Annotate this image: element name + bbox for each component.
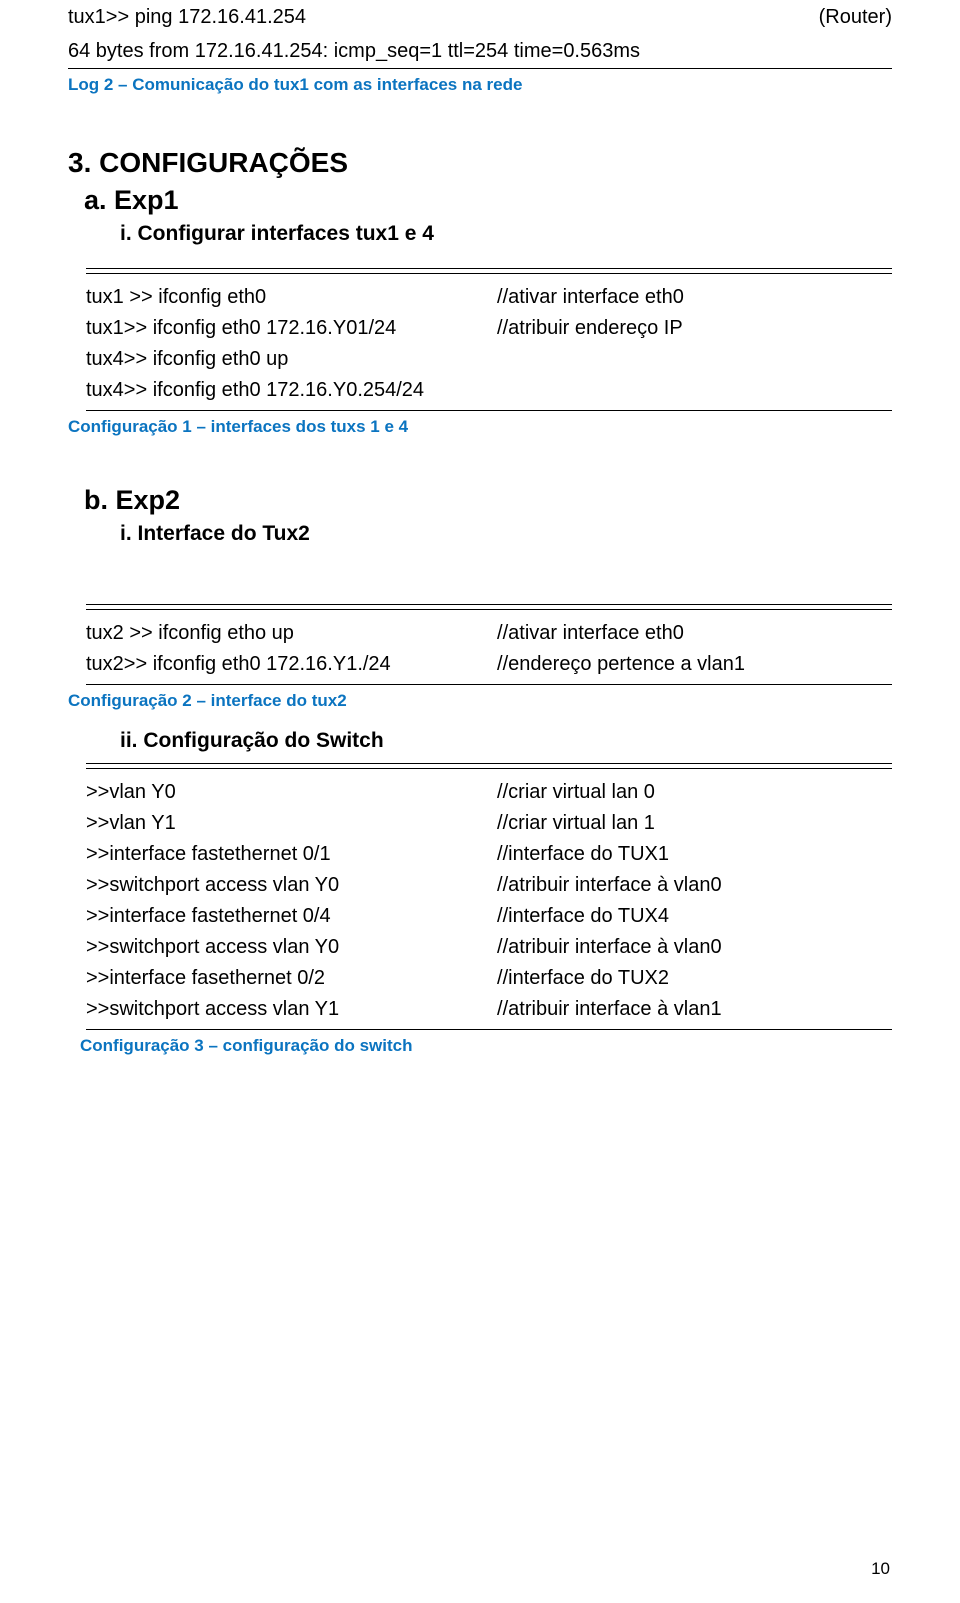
note-cell: //criar virtual lan 0 — [497, 777, 892, 808]
cmd-cell: >>switchport access vlan Y1 — [86, 994, 497, 1025]
log2-output: 64 bytes from 172.16.41.254: icmp_seq=1 … — [68, 40, 640, 62]
log2-caption: Log 2 – Comunicação do tux1 com as inter… — [68, 75, 892, 95]
note-cell: //criar virtual lan 1 — [497, 808, 892, 839]
note-cell: //atribuir endereço IP — [497, 313, 892, 344]
page-number: 10 — [871, 1559, 890, 1579]
rule — [86, 273, 892, 274]
cmd-cell: tux2 >> ifconfig etho up — [86, 618, 497, 649]
page: tux1>> ping 172.16.41.254 (Router) 64 by… — [0, 0, 960, 1603]
config1-table: tux1 >> ifconfig eth0 //ativar interface… — [86, 268, 892, 437]
table-row: tux4>> ifconfig eth0 172.16.Y0.254/24 — [86, 375, 892, 406]
table-row: >>switchport access vlan Y1 //atribuir i… — [86, 994, 892, 1025]
table-row: >>interface fastethernet 0/4 //interface… — [86, 901, 892, 932]
table-row: tux2 >> ifconfig etho up //ativar interf… — [86, 618, 892, 649]
note-cell: //atribuir interface à vlan0 — [497, 870, 892, 901]
config1-caption: Configuração 1 – interfaces dos tuxs 1 e… — [68, 417, 892, 437]
cmd-cell: >>interface fastethernet 0/4 — [86, 901, 497, 932]
table-row: tux2>> ifconfig eth0 172.16.Y1./24 //end… — [86, 649, 892, 680]
table-row: tux1 >> ifconfig eth0 //ativar interface… — [86, 282, 892, 313]
table-row: >>vlan Y1 //criar virtual lan 1 — [86, 808, 892, 839]
rule — [86, 609, 892, 610]
note-cell: //interface do TUX1 — [497, 839, 892, 870]
cmd-cell: >>vlan Y1 — [86, 808, 497, 839]
cmd-cell: >>switchport access vlan Y0 — [86, 870, 497, 901]
rule — [86, 684, 892, 685]
cmd-cell: tux1>> ifconfig eth0 172.16.Y01/24 — [86, 313, 497, 344]
section-3a-i: i. Configurar interfaces tux1 e 4 — [120, 222, 892, 246]
rule — [86, 604, 892, 605]
note-cell — [497, 375, 892, 406]
table-row: >>switchport access vlan Y0 //atribuir i… — [86, 932, 892, 963]
rule — [68, 68, 892, 69]
note-cell: //ativar interface eth0 — [497, 282, 892, 313]
table-row: >>vlan Y0 //criar virtual lan 0 — [86, 777, 892, 808]
cmd-cell: >>interface fastethernet 0/1 — [86, 839, 497, 870]
note-cell: //atribuir interface à vlan0 — [497, 932, 892, 963]
rule — [86, 410, 892, 411]
section-3-heading: 3. CONFIGURAÇÕES — [68, 147, 892, 179]
note-cell: //ativar interface eth0 — [497, 618, 892, 649]
rule — [86, 763, 892, 764]
rule — [86, 1029, 892, 1030]
log2-router-label: (Router) — [819, 0, 892, 34]
table-row: >>switchport access vlan Y0 //atribuir i… — [86, 870, 892, 901]
note-cell: //endereço pertence a vlan1 — [497, 649, 892, 680]
note-cell — [497, 344, 892, 375]
table-row: >>interface fasethernet 0/2 //interface … — [86, 963, 892, 994]
table-row: tux1>> ifconfig eth0 172.16.Y01/24 //atr… — [86, 313, 892, 344]
cmd-cell: >>switchport access vlan Y0 — [86, 932, 497, 963]
note-cell: //interface do TUX4 — [497, 901, 892, 932]
cmd-cell: tux4>> ifconfig eth0 up — [86, 344, 497, 375]
section-3a-heading: a. Exp1 — [84, 185, 892, 216]
cmd-cell: tux4>> ifconfig eth0 172.16.Y0.254/24 — [86, 375, 497, 406]
log2-block: tux1>> ping 172.16.41.254 (Router) 64 by… — [68, 0, 892, 95]
config3-table: >>vlan Y0 //criar virtual lan 0 >>vlan Y… — [86, 763, 892, 1056]
config2-caption: Configuração 2 – interface do tux2 — [68, 691, 892, 711]
section-3b-heading: b. Exp2 — [84, 485, 892, 516]
config2-table: tux2 >> ifconfig etho up //ativar interf… — [86, 604, 892, 711]
table-row: tux4>> ifconfig eth0 up — [86, 344, 892, 375]
cmd-cell: >>vlan Y0 — [86, 777, 497, 808]
cmd-cell: tux1 >> ifconfig eth0 — [86, 282, 497, 313]
note-cell: //atribuir interface à vlan1 — [497, 994, 892, 1025]
section-3b-ii: ii. Configuração do Switch — [120, 729, 892, 753]
log2-cmd: tux1>> ping 172.16.41.254 — [68, 0, 306, 34]
note-cell: //interface do TUX2 — [497, 963, 892, 994]
section-3b-i: i. Interface do Tux2 — [120, 522, 892, 546]
rule — [86, 268, 892, 269]
config3-caption: Configuração 3 – configuração do switch — [80, 1036, 892, 1056]
table-row: >>interface fastethernet 0/1 //interface… — [86, 839, 892, 870]
rule — [86, 768, 892, 769]
cmd-cell: >>interface fasethernet 0/2 — [86, 963, 497, 994]
cmd-cell: tux2>> ifconfig eth0 172.16.Y1./24 — [86, 649, 497, 680]
